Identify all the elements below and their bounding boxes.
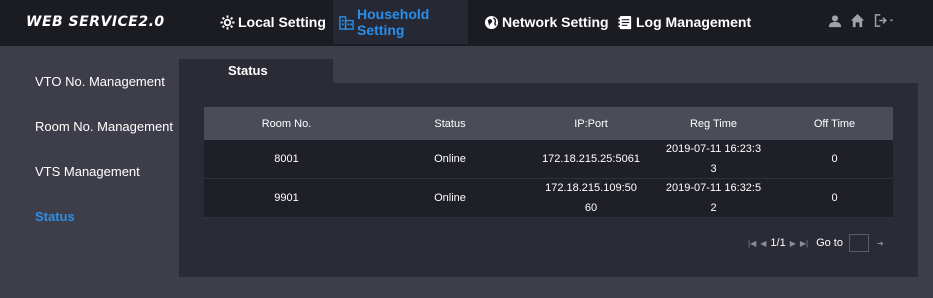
next-page-icon[interactable]: ▶ bbox=[790, 239, 796, 248]
home-icon[interactable] bbox=[850, 13, 865, 28]
gear-icon bbox=[219, 14, 235, 30]
status-table: Room No. Status IP:Port Reg Time Off Tim… bbox=[204, 107, 893, 218]
status-cell: Online bbox=[434, 192, 466, 204]
user-icon[interactable] bbox=[828, 14, 842, 28]
goto-arrow-icon[interactable]: ➜ bbox=[877, 239, 884, 248]
tab-status[interactable]: Status bbox=[179, 59, 333, 83]
sidebar-item-vto-no-management[interactable]: VTO No. Management bbox=[35, 74, 165, 89]
sidebar-item-status[interactable]: Status bbox=[35, 209, 75, 224]
pagination: |◀ ◀ 1/1 ▶ ▶| Go to ➜ bbox=[748, 234, 884, 252]
column-header-ip-port: IP:Port bbox=[574, 117, 608, 130]
last-page-icon[interactable]: ▶| bbox=[800, 239, 808, 248]
goto-label: Go to bbox=[816, 237, 843, 249]
logout-icon[interactable] bbox=[873, 13, 895, 28]
column-header-reg-time: Reg Time bbox=[689, 117, 738, 130]
tab-household-setting[interactable]: Household Setting bbox=[333, 0, 468, 44]
building-icon bbox=[339, 14, 354, 30]
tab-log-management-label: Log Management bbox=[636, 14, 752, 30]
table-row[interactable]: 9901 Online 172.18.215.109:5060 2019-07-… bbox=[204, 179, 893, 218]
tab-network-setting[interactable]: Network Setting bbox=[477, 0, 615, 44]
ip-port-cell: 172.18.215.109:5060 bbox=[545, 182, 637, 214]
column-header-status: Status bbox=[434, 117, 466, 130]
header-actions bbox=[828, 13, 895, 28]
log-icon bbox=[617, 14, 633, 30]
table-header: Room No. Status IP:Port Reg Time Off Tim… bbox=[204, 107, 893, 140]
column-header-room-no: Room No. bbox=[261, 117, 312, 130]
tab-local-setting-label: Local Setting bbox=[238, 14, 326, 30]
off-time-cell: 0 bbox=[831, 192, 838, 204]
off-time-cell: 0 bbox=[831, 153, 838, 165]
prev-page-icon[interactable]: ◀ bbox=[760, 239, 766, 248]
room-no-cell: 9901 bbox=[274, 192, 299, 204]
globe-icon bbox=[483, 14, 499, 30]
sidebar-item-room-no-management[interactable]: Room No. Management bbox=[35, 119, 173, 134]
first-page-icon[interactable]: |◀ bbox=[748, 239, 756, 248]
goto-page-input[interactable] bbox=[848, 234, 869, 252]
room-no-cell: 8001 bbox=[274, 153, 299, 165]
reg-time-cell: 2019-07-11 16:23:33 bbox=[665, 143, 762, 175]
table-row[interactable]: 8001 Online 172.18.215.25:5061 2019-07-1… bbox=[204, 140, 893, 179]
brand-logo: WEB SERVICE2.0 bbox=[26, 14, 165, 30]
column-header-off-time: Off Time bbox=[813, 117, 856, 130]
tab-network-setting-label: Network Setting bbox=[502, 14, 609, 30]
ip-port-cell: 172.18.215.25:5061 bbox=[542, 153, 640, 165]
page-info: 1/1 bbox=[770, 237, 786, 249]
top-bar: WEB SERVICE2.0 Local Setting Household S… bbox=[0, 0, 933, 46]
tab-log-management[interactable]: Log Management bbox=[611, 0, 757, 44]
tab-local-setting[interactable]: Local Setting bbox=[213, 0, 332, 44]
sidebar-item-vts-management[interactable]: VTS Management bbox=[35, 164, 140, 179]
status-cell: Online bbox=[434, 153, 466, 165]
tab-household-setting-label: Household Setting bbox=[357, 6, 430, 38]
reg-time-cell: 2019-07-11 16:32:52 bbox=[665, 182, 762, 214]
